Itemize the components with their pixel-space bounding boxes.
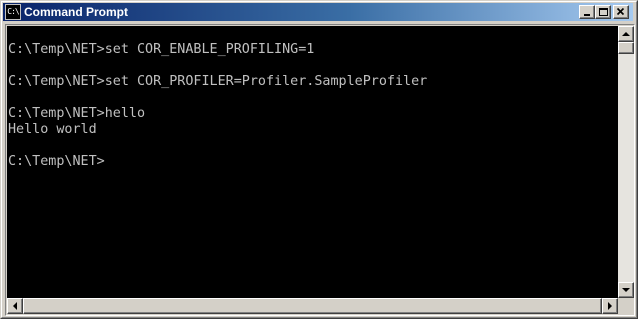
window-title: Command Prompt	[24, 5, 129, 19]
horizontal-scrollbar[interactable]	[7, 298, 618, 314]
console-line: Hello world	[8, 122, 97, 137]
arrow-down-icon	[622, 288, 630, 292]
command-prompt-window: C:\ Command Prompt C:\Temp\NET>set COR_E…	[0, 0, 638, 319]
arrow-up-icon	[622, 32, 630, 36]
scroll-up-button[interactable]	[618, 26, 634, 42]
arrow-left-icon	[13, 302, 17, 310]
minimize-icon	[584, 14, 590, 16]
scroll-left-button[interactable]	[7, 298, 23, 314]
close-icon	[616, 7, 625, 16]
console-line: C:\Temp\NET>set COR_ENABLE_PROFILING=1	[8, 42, 315, 57]
console-line: C:\Temp\NET>set COR_PROFILER=Profiler.Sa…	[8, 74, 428, 89]
console-app-icon[interactable]: C:\	[5, 4, 21, 20]
console-line: C:\Temp\NET>hello	[8, 106, 146, 121]
console-prompt-line[interactable]: C:\Temp\NET>	[8, 154, 105, 170]
scroll-down-button[interactable]	[618, 282, 634, 298]
scroll-right-button[interactable]	[602, 298, 618, 314]
arrow-right-icon	[608, 302, 612, 310]
title-bar[interactable]: C:\ Command Prompt	[3, 3, 633, 21]
console-frame: C:\Temp\NET>set COR_ENABLE_PROFILING=1 C…	[5, 24, 635, 316]
console-output[interactable]: C:\Temp\NET>set COR_ENABLE_PROFILING=1 C…	[7, 26, 618, 298]
scrollbar-corner	[618, 298, 634, 314]
maximize-icon	[599, 8, 608, 16]
vertical-scroll-thumb[interactable]	[618, 42, 634, 54]
vertical-scrollbar[interactable]	[618, 26, 634, 298]
horizontal-scroll-thumb[interactable]	[23, 298, 602, 314]
close-button[interactable]	[613, 5, 629, 19]
minimize-button[interactable]	[579, 5, 595, 19]
maximize-button[interactable]	[595, 5, 611, 19]
